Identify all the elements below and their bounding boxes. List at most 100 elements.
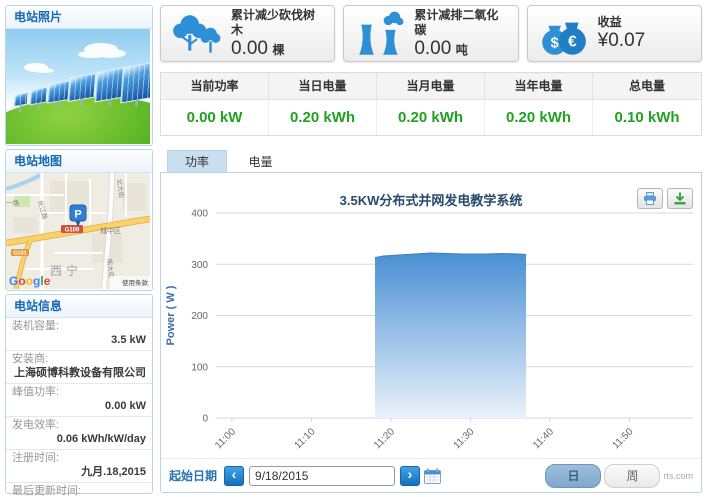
chart-title: 3.5KW分布式并网发电教学系统 — [161, 190, 701, 209]
svg-text:100: 100 — [191, 362, 208, 373]
solar-panel-art — [29, 87, 48, 106]
svg-text:11:30: 11:30 — [452, 426, 477, 451]
svg-text:400: 400 — [191, 209, 208, 220]
cloud-art — [24, 63, 48, 72]
pv-dashboard: 电站照片 电站地图 — [0, 0, 707, 497]
date-bar: 起始日期 ‹ › 日 周 rts.com — [161, 458, 701, 492]
map-label-city: 西宁 — [50, 263, 82, 278]
download-icon — [673, 192, 687, 205]
chart-toolbar — [637, 188, 693, 209]
power-area-chart: 010020030040011:0011:1011:2011:3011:4011… — [161, 173, 701, 458]
card-label: 累计减排二氧化碳 — [414, 8, 509, 38]
solar-panel-art — [13, 92, 28, 107]
station-map-panel: 电站地图 一场 长江路 北大街 南大街 城中区 西宁 — [5, 149, 153, 291]
road-badge-g109-label: G109 — [65, 228, 80, 234]
map-label-district: 城中区 — [100, 226, 121, 235]
card-co2-reduced: 累计减排二氧化碳 0.00 吨 — [343, 5, 518, 62]
svg-text:11:50: 11:50 — [611, 426, 636, 451]
stats-header: 当月电量 — [377, 73, 485, 100]
svg-text:200: 200 — [191, 311, 208, 322]
info-row: 发电效率: 0.06 kWh/kW/day — [6, 417, 152, 450]
chart-watermark: rts.com — [663, 471, 693, 481]
info-value: 3.5 kW — [12, 333, 146, 347]
tab-energy[interactable]: 电量 — [231, 151, 289, 173]
money-bags-icon: $ € — [536, 11, 590, 57]
info-label: 峰值功率: — [12, 386, 146, 399]
svg-text:0: 0 — [202, 414, 208, 425]
co2-towers-icon — [352, 11, 406, 57]
map-terms-link[interactable]: 使用条款 — [122, 278, 149, 287]
view-day-button[interactable]: 日 — [545, 464, 601, 488]
info-label: 安装商: — [12, 353, 146, 366]
svg-text:300: 300 — [191, 260, 208, 271]
stats-value: 0.20 kWh — [269, 100, 377, 135]
stats-header-row: 当前功率 当日电量 当月电量 当年电量 总电量 — [161, 73, 701, 100]
info-row: 装机容量: 3.5 kW — [6, 318, 152, 351]
map-marker-letter: P — [74, 209, 81, 221]
map-canvas[interactable]: 一场 长江路 北大街 南大街 城中区 西宁 G109 G101 P Google… — [6, 173, 150, 289]
road-badge-g101-label: G101 — [13, 251, 26, 257]
card-unit: 吨 — [456, 43, 468, 57]
google-logo[interactable]: Google — [9, 274, 51, 288]
info-value: 九月.18,2015 — [12, 465, 146, 479]
energy-stats-table: 当前功率 当日电量 当月电量 当年电量 总电量 0.00 kW 0.20 kWh… — [160, 72, 702, 136]
stats-header: 当年电量 — [485, 73, 593, 100]
view-week-button[interactable]: 周 — [604, 464, 660, 488]
solar-panel-art — [68, 73, 97, 102]
cloud-art — [84, 43, 118, 56]
info-label: 注册时间: — [12, 452, 146, 465]
station-photo-title: 电站照片 — [6, 6, 152, 29]
start-date-input[interactable] — [249, 466, 395, 486]
svg-text:€: € — [568, 33, 577, 50]
summary-cards: 累计减少砍伐树木 0.00 棵 累计减排二氧化碳 0.00 吨 — [160, 5, 702, 62]
info-row: 注册时间: 九月.18,2015 — [6, 450, 152, 483]
info-value: 0.00 kW — [12, 399, 146, 413]
print-chart-button[interactable] — [637, 188, 663, 209]
card-value: 0.00 — [414, 38, 451, 59]
stats-value: 0.20 kWh — [485, 100, 593, 135]
info-row: 最后更新时间: 九月.18 11:27,GMT +8,2015 — [6, 483, 152, 497]
stats-value: 0.10 kWh — [593, 100, 701, 135]
chart-tabs: 功率 电量 — [160, 150, 702, 173]
svg-text:11:20: 11:20 — [372, 426, 397, 451]
chart-area: 010020030040011:0011:1011:2011:3011:4011… — [160, 172, 702, 493]
info-row: 安装商: 上海硕博科教设备有限公司 — [6, 351, 152, 384]
next-date-button[interactable]: › — [400, 466, 420, 486]
download-chart-button[interactable] — [667, 188, 693, 209]
map-label-plaza: 一场 — [6, 198, 20, 207]
stats-value: 0.20 kWh — [377, 100, 485, 135]
info-value: 上海硕博科教设备有限公司 — [12, 366, 146, 380]
stats-header: 当前功率 — [161, 73, 269, 100]
solar-panel-art — [120, 62, 150, 104]
station-info-title: 电站信息 — [6, 295, 152, 318]
station-photo-panel: 电站照片 — [5, 5, 153, 146]
svg-text:$: $ — [550, 35, 558, 51]
solar-panel-art — [47, 80, 70, 103]
calendar-picker-button[interactable] — [424, 468, 441, 484]
tab-power[interactable]: 功率 — [167, 150, 227, 173]
svg-text:11:40: 11:40 — [531, 426, 556, 451]
svg-text:Power ( W ): Power ( W ) — [165, 285, 177, 345]
prev-date-button[interactable]: ‹ — [224, 466, 244, 486]
card-revenue: $ € 收益 ¥0.07 — [527, 5, 702, 62]
print-icon — [643, 192, 657, 205]
station-photo — [6, 29, 150, 144]
info-label: 装机容量: — [12, 320, 146, 333]
trees-icon — [169, 11, 223, 57]
stats-value: 0.00 kW — [161, 100, 269, 135]
station-info-panel: 电站信息 装机容量: 3.5 kW 安装商: 上海硕博科教设备有限公司 峰值功率… — [5, 294, 153, 494]
info-label: 最后更新时间: — [12, 485, 146, 497]
stats-header: 当日电量 — [269, 73, 377, 100]
start-date-label: 起始日期 — [169, 467, 217, 484]
stats-header: 总电量 — [593, 73, 701, 100]
card-label: 收益 — [598, 15, 646, 30]
info-value: 0.06 kWh/kW/day — [12, 432, 146, 446]
card-value: 0.00 — [231, 38, 268, 59]
svg-text:11:10: 11:10 — [293, 426, 318, 451]
info-row: 峰值功率: 0.00 kW — [6, 384, 152, 417]
stats-value-row: 0.00 kW 0.20 kWh 0.20 kWh 0.20 kWh 0.10 … — [161, 100, 701, 135]
info-label: 发电效率: — [12, 419, 146, 432]
card-label: 累计减少砍伐树木 — [231, 8, 326, 38]
card-value: ¥0.07 — [598, 30, 646, 51]
card-unit: 棵 — [272, 43, 284, 57]
